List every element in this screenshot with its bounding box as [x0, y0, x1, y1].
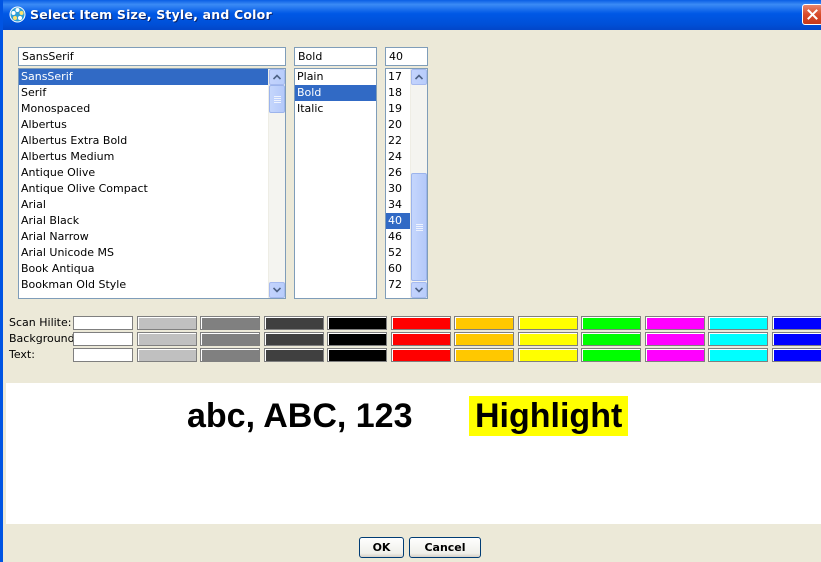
preview-sample-text: abc, ABC, 123	[187, 397, 413, 435]
scan-hilite-swatch[interactable]	[264, 316, 324, 330]
scan-hilite-swatch[interactable]	[327, 316, 387, 330]
app-icon	[9, 6, 26, 23]
scan-hilite-swatch[interactable]	[391, 316, 451, 330]
dialog-window: Select Item Size, Style, and Color SansS…	[0, 0, 821, 562]
text-color-swatch[interactable]	[708, 348, 768, 362]
list-item[interactable]: 60	[386, 261, 410, 277]
list-item[interactable]: 24	[386, 149, 410, 165]
list-item[interactable]: Arial Narrow	[19, 229, 268, 245]
scroll-down-button[interactable]	[411, 282, 427, 298]
scan-hilite-swatch[interactable]	[200, 316, 260, 330]
scroll-thumb[interactable]	[269, 85, 285, 113]
scan-hilite-swatch[interactable]	[518, 316, 578, 330]
text-color-label: Text:	[9, 348, 35, 361]
list-item[interactable]: Serif	[19, 85, 268, 101]
scan-hilite-swatch[interactable]	[772, 316, 821, 330]
list-item[interactable]: Italic	[295, 101, 376, 117]
chevron-up-icon	[273, 74, 281, 80]
list-item[interactable]: Antique Olive Compact	[19, 181, 268, 197]
list-item[interactable]: 18	[386, 85, 410, 101]
chevron-down-icon	[415, 287, 423, 293]
font-family-list[interactable]: SansSerif Serif Monospaced Albertus Albertus…	[18, 68, 286, 299]
scroll-up-button[interactable]	[411, 69, 427, 85]
list-item[interactable]: Arial Unicode MS	[19, 245, 268, 261]
text-color-swatch[interactable]	[391, 348, 451, 362]
font-family-field[interactable]: SansSerif	[18, 47, 286, 66]
scroll-down-button[interactable]	[269, 282, 285, 298]
font-size-scrollbar[interactable]	[410, 69, 427, 298]
list-item[interactable]: Bold	[295, 85, 376, 101]
background-swatch[interactable]	[645, 332, 705, 346]
list-item[interactable]: Albertus Extra Bold	[19, 133, 268, 149]
close-icon	[807, 9, 818, 20]
font-style-field[interactable]: Bold	[294, 47, 377, 66]
preview-highlight-text: Highlight	[469, 396, 629, 436]
background-label: Background:	[9, 332, 79, 345]
text-color-swatch[interactable]	[645, 348, 705, 362]
list-item[interactable]: 46	[386, 229, 410, 245]
background-swatch[interactable]	[772, 332, 821, 346]
background-swatch[interactable]	[137, 332, 197, 346]
font-family-scrollbar[interactable]	[268, 69, 285, 298]
scroll-thumb[interactable]	[411, 173, 427, 281]
scan-hilite-swatch[interactable]	[581, 316, 641, 330]
background-swatch[interactable]	[454, 332, 514, 346]
list-item[interactable]: 26	[386, 165, 410, 181]
background-swatch[interactable]	[327, 332, 387, 346]
scan-hilite-swatch[interactable]	[137, 316, 197, 330]
background-swatch[interactable]	[518, 332, 578, 346]
font-style-list[interactable]: Plain Bold Italic	[294, 68, 377, 299]
text-color-swatch[interactable]	[327, 348, 387, 362]
scroll-up-button[interactable]	[269, 69, 285, 85]
text-color-swatch[interactable]	[137, 348, 197, 362]
list-item[interactable]: SansSerif	[19, 69, 268, 85]
list-item[interactable]: 20	[386, 117, 410, 133]
background-swatch[interactable]	[581, 332, 641, 346]
text-color-swatch[interactable]	[518, 348, 578, 362]
list-item[interactable]: 72	[386, 277, 410, 293]
chevron-down-icon	[273, 287, 281, 293]
scan-hilite-label: Scan Hilite:	[9, 316, 72, 329]
close-button[interactable]	[802, 4, 821, 25]
background-swatch[interactable]	[73, 332, 133, 346]
text-color-swatch[interactable]	[454, 348, 514, 362]
list-item[interactable]: 22	[386, 133, 410, 149]
text-color-swatch[interactable]	[200, 348, 260, 362]
list-item[interactable]: 17	[386, 69, 410, 85]
background-swatch[interactable]	[200, 332, 260, 346]
preview-area: abc, ABC, 123 Highlight	[6, 383, 821, 524]
list-item[interactable]: Plain	[295, 69, 376, 85]
background-swatch[interactable]	[264, 332, 324, 346]
title-bar[interactable]: Select Item Size, Style, and Color	[3, 0, 821, 30]
cancel-button[interactable]: Cancel	[409, 537, 481, 558]
list-item[interactable]: 52	[386, 245, 410, 261]
list-item[interactable]: Bookman Old Style	[19, 277, 268, 293]
list-item[interactable]: Albertus Medium	[19, 149, 268, 165]
list-item[interactable]: Antique Olive	[19, 165, 268, 181]
text-color-swatch[interactable]	[73, 348, 133, 362]
scan-hilite-swatch[interactable]	[73, 316, 133, 330]
list-item[interactable]: Monospaced	[19, 101, 268, 117]
background-swatch[interactable]	[708, 332, 768, 346]
scan-hilite-swatch[interactable]	[454, 316, 514, 330]
ok-button[interactable]: OK	[359, 537, 404, 558]
font-size-list[interactable]: 17 18 19 20 22 24 26 30 34 40 46 52 60 72	[385, 68, 428, 299]
list-item[interactable]: 34	[386, 197, 410, 213]
window-title: Select Item Size, Style, and Color	[30, 7, 272, 22]
list-item[interactable]: Albertus	[19, 117, 268, 133]
background-swatch[interactable]	[391, 332, 451, 346]
list-item[interactable]: Arial Black	[19, 213, 268, 229]
list-item[interactable]: 30	[386, 181, 410, 197]
list-item[interactable]: Arial	[19, 197, 268, 213]
list-item[interactable]: 40	[386, 213, 410, 229]
text-color-swatch[interactable]	[264, 348, 324, 362]
chevron-up-icon	[415, 74, 423, 80]
list-item[interactable]: Book Antiqua	[19, 261, 268, 277]
font-size-field[interactable]: 40	[385, 47, 428, 66]
text-color-swatch[interactable]	[772, 348, 821, 362]
list-item[interactable]: 19	[386, 101, 410, 117]
text-color-swatch[interactable]	[581, 348, 641, 362]
scan-hilite-swatch[interactable]	[645, 316, 705, 330]
scan-hilite-swatch[interactable]	[708, 316, 768, 330]
